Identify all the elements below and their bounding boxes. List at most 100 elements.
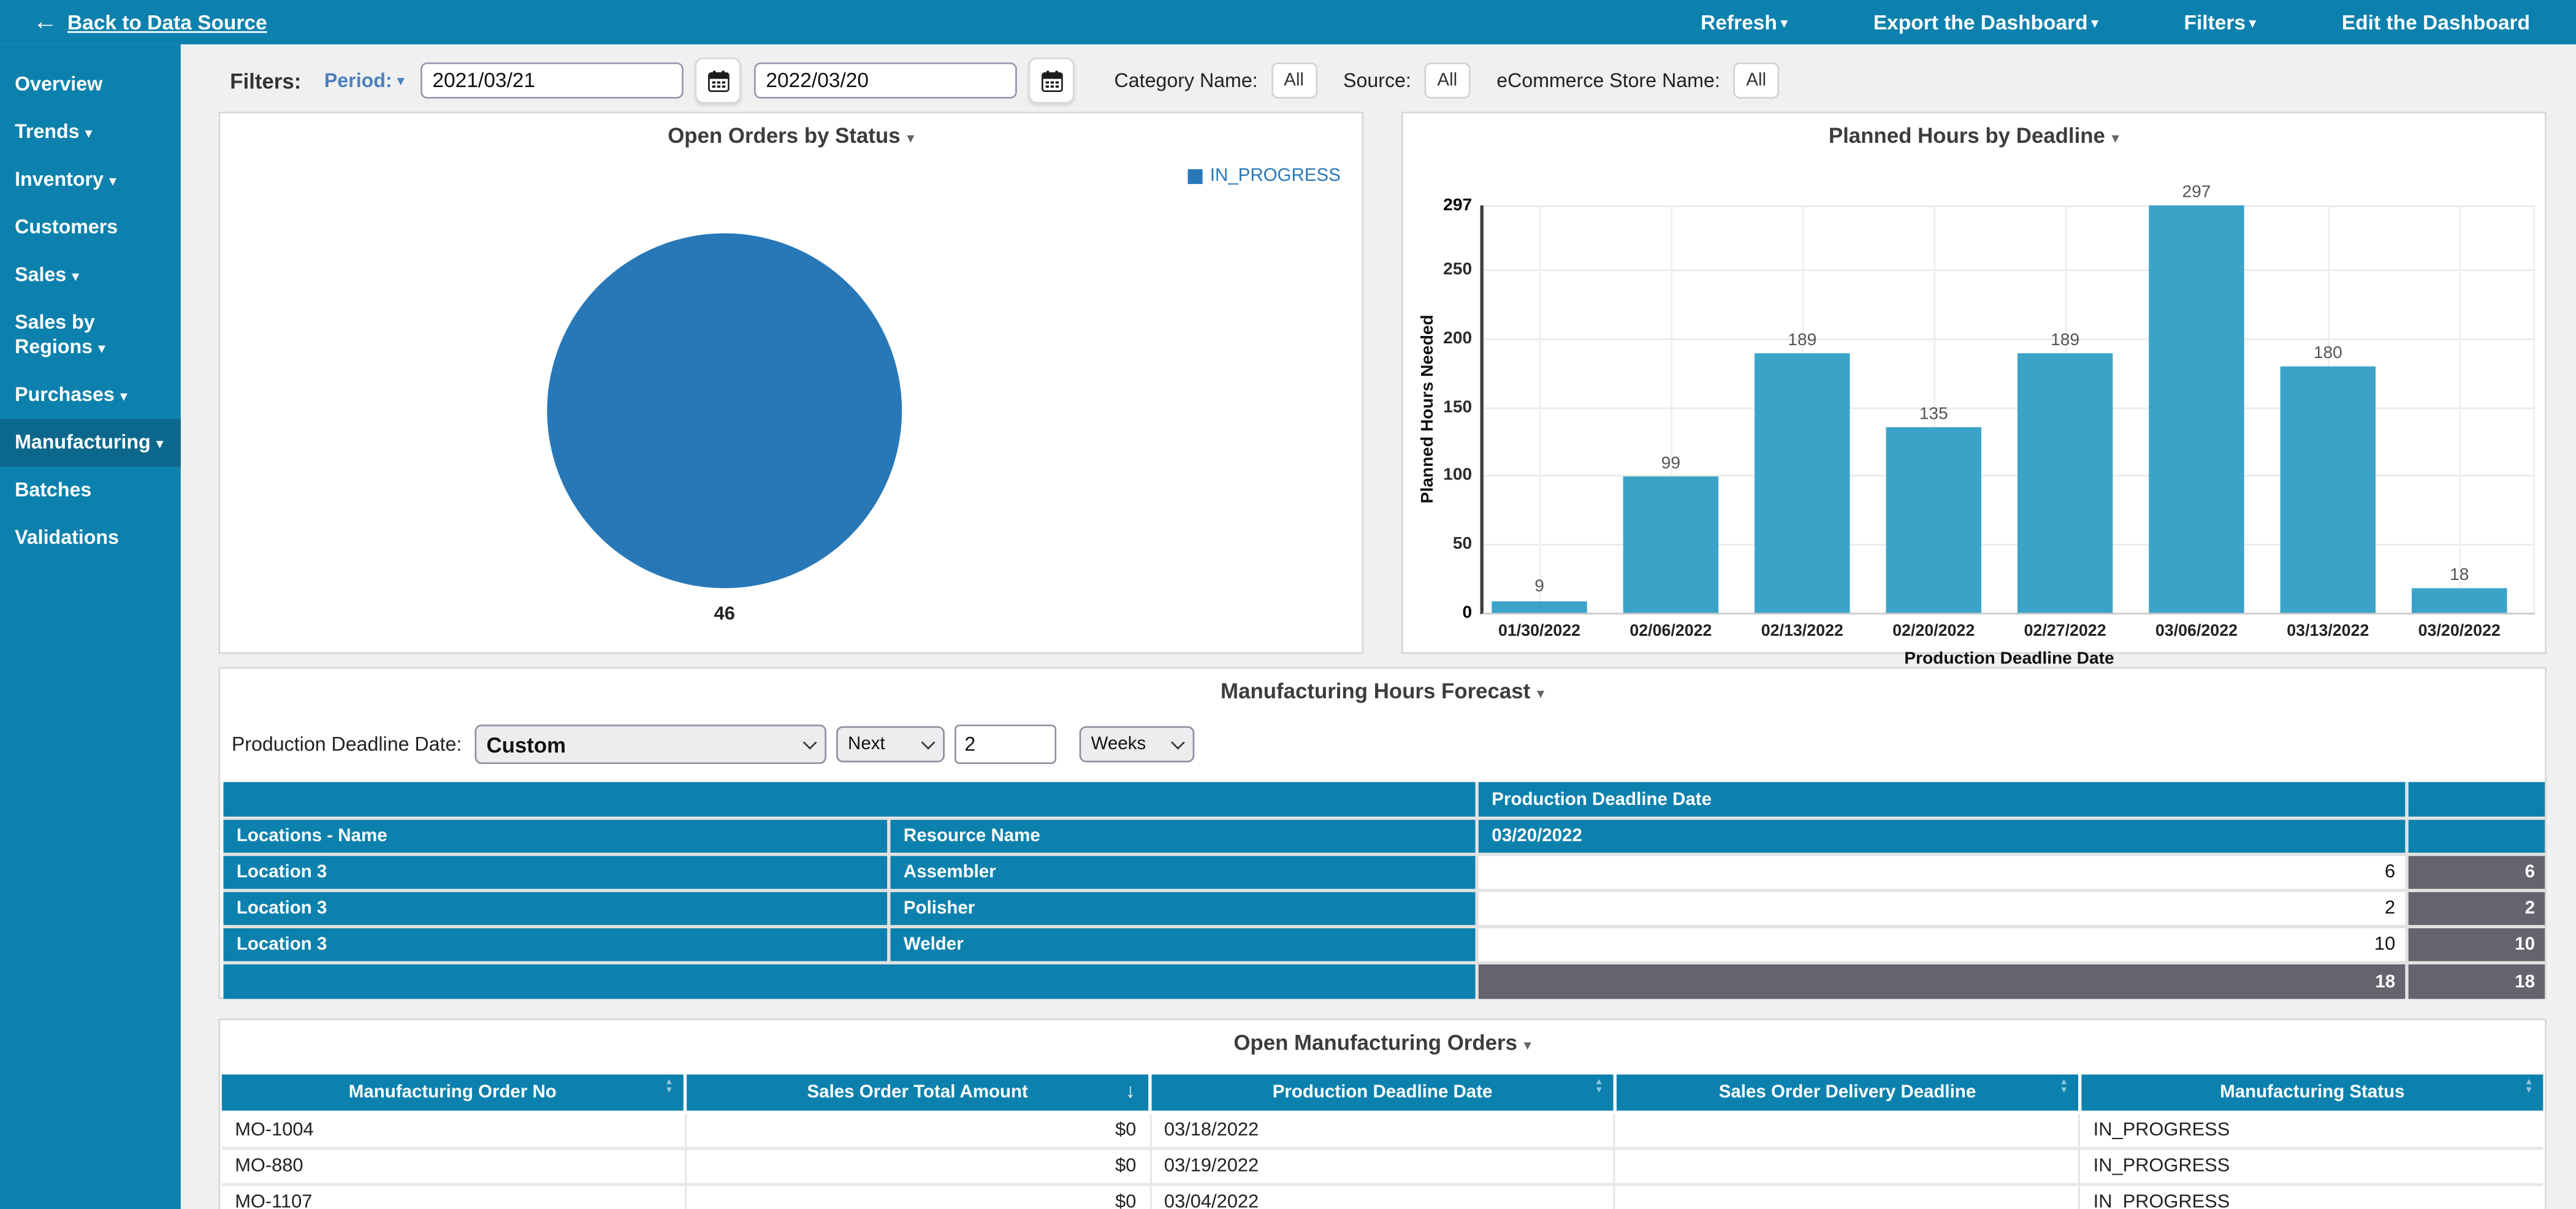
forecast-grand-total-value: 18 <box>1478 964 2406 999</box>
forecast-table: Production Deadline Date Locations - Name… <box>223 782 2545 999</box>
gridline-v <box>1539 205 1541 613</box>
date-from-input[interactable] <box>421 62 684 99</box>
pie-slice-in-progress <box>547 233 902 589</box>
bar-02-20-2022 <box>1886 427 1981 613</box>
bar-02-13-2022 <box>1755 353 1850 613</box>
chevron-down-icon <box>921 735 936 750</box>
open-orders-by-status-card: Open Orders by Status ▾ IN_PROGRESS 46 <box>218 112 1364 654</box>
pie-data-label: 46 <box>714 604 735 625</box>
chevron-down-icon <box>803 735 817 750</box>
order-cell <box>1615 1113 2081 1147</box>
dashboard-page: ← Back to Data Source Refresh ▾ Export the… <box>0 0 2576 1209</box>
period-filter[interactable]: Period: ▾ <box>324 69 405 93</box>
sidebar-item-label: Validations <box>15 525 119 549</box>
orders-col-manufacturing-status[interactable]: Manufacturing Status ▲ ▼ <box>2081 1074 2544 1111</box>
deadline-range-select[interactable]: Custom <box>474 724 827 765</box>
orders-col-manufacturing-order-no[interactable]: Manufacturing Order No ▲ ▼ <box>221 1074 684 1111</box>
calendar-from-button[interactable] <box>695 57 742 104</box>
caret-down-icon: ▾ <box>97 340 106 357</box>
sidebar-item-purchases[interactable]: Purchases ▾ <box>0 372 181 419</box>
sort-desc-icon[interactable]: ↓ <box>1126 1080 1135 1103</box>
unit-select[interactable]: Weeks <box>1079 726 1195 763</box>
sidebar-item-label: Inventory <box>15 167 109 191</box>
sidebar-item-overview[interactable]: Overview <box>0 61 181 109</box>
forecast-cell-resource: Polisher <box>890 892 1476 925</box>
bar-03-20-2022 <box>2412 588 2507 613</box>
sidebar-item-label: Batches <box>15 478 92 502</box>
forecast-col-location[interactable]: Locations - Name <box>223 820 888 853</box>
order-row: MO-1004 $0 03/18/2022 IN_PROGRESS <box>221 1113 2544 1147</box>
orders-col-production-deadline-date[interactable]: Production Deadline Date ▲ ▼ <box>1151 1074 1614 1111</box>
sidebar-item-sales-by-regions[interactable]: Sales by Regions ▾ <box>0 299 181 372</box>
order-cell: $0 <box>687 1113 1151 1147</box>
y-tick-label: 0 <box>1462 603 1473 623</box>
caret-down-icon: ▾ <box>109 172 116 189</box>
source-filter[interactable]: All <box>1424 62 1471 99</box>
sidebar-item-label: Sales by Regions <box>15 310 98 359</box>
forecast-col-date[interactable]: 03/20/2022 <box>1478 820 2406 853</box>
sidebar-item-sales[interactable]: Sales ▾ <box>0 251 181 299</box>
topbar-menus: Refresh ▾ Export the Dashboard ▾ Filters ▾ Edi… <box>1701 10 2530 34</box>
forecast-cell-value: 10 <box>1478 928 2406 961</box>
order-cell: MO-1107 <box>222 1186 687 1209</box>
back-link-label: Back to Data Source <box>67 10 267 34</box>
order-cell <box>1615 1186 2081 1209</box>
caret-down-icon: ▾ <box>2249 13 2257 31</box>
gridline-h <box>1483 406 2536 409</box>
y-tick-label: 297 <box>1443 195 1473 216</box>
caret-down-icon: ▾ <box>85 124 93 142</box>
topbar-menu-filters[interactable]: Filters ▾ <box>2184 10 2256 34</box>
forecast-col-resource[interactable]: Resource Name <box>890 820 1476 853</box>
bar-chart-title[interactable]: Planned Hours by Deadline ▾ <box>1403 123 2545 148</box>
forecast-cell-location: Location 3 <box>223 928 888 961</box>
x-tick-label: 02/20/2022 <box>1892 622 1975 641</box>
main-content: Filters: Period: ▾ 2021/03/21 2022/03/20… <box>181 44 2576 1209</box>
sidebar-item-label: Purchases <box>15 383 120 406</box>
sidebar-item-batches[interactable]: Batches <box>0 467 181 514</box>
y-tick-label: 250 <box>1443 260 1473 280</box>
date-to-input[interactable] <box>754 62 1018 99</box>
sidebar-item-label: Overview <box>15 72 103 96</box>
x-tick-label: 01/30/2022 <box>1498 622 1581 641</box>
calendar-icon <box>1041 69 1063 91</box>
period-count-input[interactable] <box>955 724 1057 765</box>
period-label: Period: <box>324 69 392 93</box>
sort-icon[interactable]: ▲ ▼ <box>665 1078 674 1094</box>
sort-icon[interactable]: ▲ ▼ <box>2059 1078 2068 1094</box>
category-name-filter[interactable]: All <box>1271 62 1317 99</box>
orders-col-sales-order-delivery-deadline[interactable]: Sales Order Delivery Deadline ▲ ▼ <box>1616 1074 2079 1111</box>
back-to-data-source-link[interactable]: ← Back to Data Source <box>33 8 267 36</box>
pie-chart-title[interactable]: Open Orders by Status ▾ <box>220 123 1362 148</box>
forecast-cell-row-total: 6 <box>2408 856 2545 889</box>
forecast-header-spacer <box>2408 782 2545 817</box>
sidebar-item-customers[interactable]: Customers <box>0 204 181 251</box>
forecast-cell-location: Location 3 <box>223 892 888 925</box>
sidebar-item-inventory[interactable]: Inventory ▾ <box>0 156 181 204</box>
direction-select[interactable]: Next <box>836 726 945 763</box>
sidebar-item-manufacturing[interactable]: Manufacturing ▾ <box>0 419 181 467</box>
order-cell: IN_PROGRESS <box>2093 1192 2230 1209</box>
forecast-title[interactable]: Manufacturing Hours Forecast ▾ <box>220 679 2545 703</box>
orders-col-sales-order-total-amount[interactable]: Sales Order Total Amount ↓ <box>687 1074 1149 1111</box>
gridline-h <box>1483 338 2536 340</box>
legend-swatch-icon <box>1187 168 1202 183</box>
top-bar: ← Back to Data Source Refresh ▾ Export the… <box>0 0 2576 45</box>
forecast-group-header: Production Deadline Date <box>1478 782 2406 817</box>
topbar-menu-refresh[interactable]: Refresh ▾ <box>1701 10 1788 34</box>
sidebar-item-validations[interactable]: Validations <box>0 514 181 562</box>
sidebar-item-trends[interactable]: Trends ▾ <box>0 109 181 156</box>
orders-title[interactable]: Open Manufacturing Orders ▾ <box>220 1030 2545 1055</box>
orders-col-label: Manufacturing Order No <box>348 1083 557 1103</box>
forecast-total-spacer <box>223 964 1476 999</box>
calendar-to-button[interactable] <box>1029 57 1075 104</box>
calendar-icon <box>707 69 730 91</box>
sort-icon[interactable]: ▲ ▼ <box>1595 1078 1604 1094</box>
store-name-filter[interactable]: All <box>1733 62 1780 99</box>
y-tick-label: 100 <box>1443 465 1473 486</box>
caret-down-icon: ▾ <box>156 435 164 452</box>
topbar-menu-export-the-dashboard[interactable]: Export the Dashboard ▾ <box>1873 10 2098 34</box>
sort-icon[interactable]: ▲ ▼ <box>2525 1078 2534 1094</box>
topbar-menu-edit-the-dashboard[interactable]: Edit the Dashboard <box>2342 10 2530 34</box>
pie-legend[interactable]: IN_PROGRESS <box>1187 166 1341 186</box>
orders-table-header: Manufacturing Order No ▲ ▼ Sales Order Tota… <box>221 1074 2544 1111</box>
